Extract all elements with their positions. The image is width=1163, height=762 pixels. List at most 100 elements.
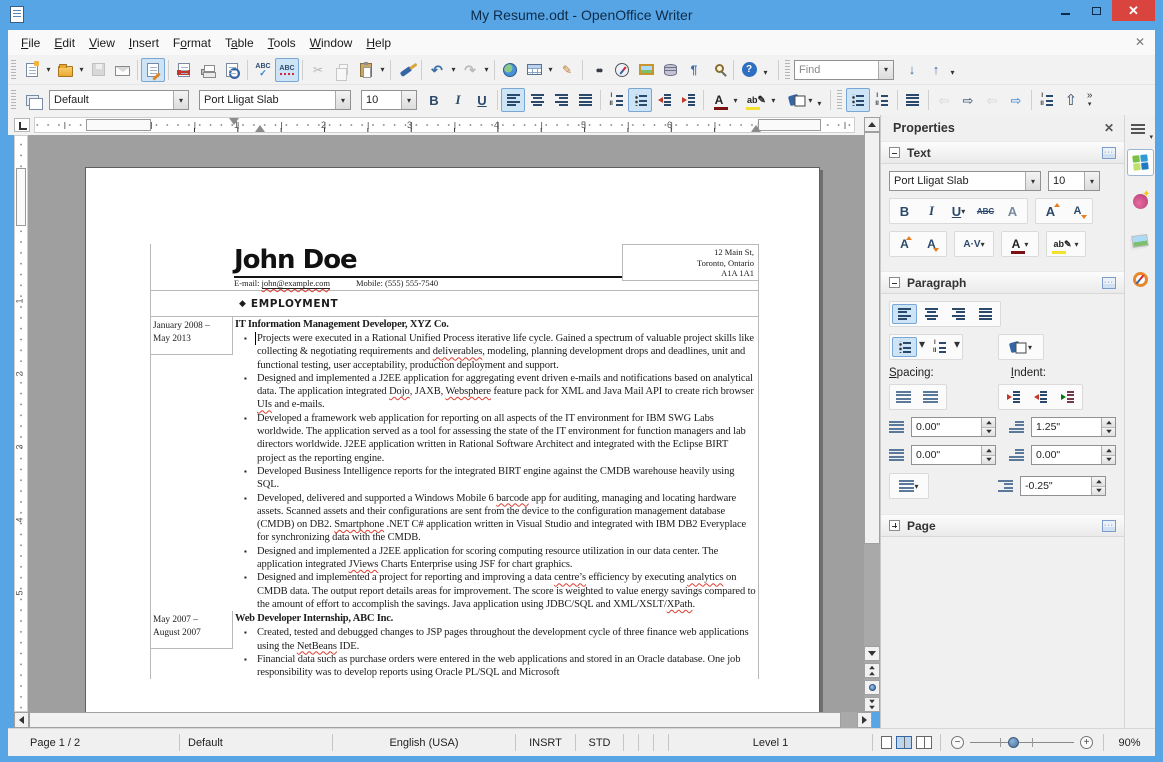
vertical-scroll-thumb[interactable] [864,132,880,544]
vertical-ruler[interactable]: 1 2 3 4 5 [14,135,28,712]
job-dates-cell[interactable]: January 2008 – May 2013 [151,317,233,355]
bullets-dropdown[interactable]: ▾ [919,337,925,357]
title-bar[interactable]: My Resume.odt - OpenOffice Writer ✕ [0,0,1163,30]
line-spacing-button[interactable]: ▾ [892,476,926,496]
document-canvas[interactable]: John Doe 12 Main St, Toronto, Ontario A1A … [28,135,864,712]
numbering-dropdown[interactable]: ▾ [954,337,960,357]
grow-font-button[interactable]: A [1038,201,1063,221]
maximize-button[interactable] [1081,0,1112,21]
bold-button[interactable]: B [892,201,917,221]
expand-icon[interactable] [889,520,900,531]
zoom-slider-thumb[interactable] [1008,737,1019,748]
help-button[interactable]: ? [737,58,761,82]
uppercase-button[interactable]: A [892,234,917,254]
top-margin-box[interactable] [16,168,26,226]
job-dates-cell[interactable]: May 2007 – August 2007 [151,611,233,650]
open-dropdown[interactable] [77,58,86,82]
job-title[interactable]: Web Developer Internship, ABC Inc. [235,612,758,626]
demote-button[interactable]: ⇨ [956,88,980,112]
character-spacing-button[interactable]: A·V ▾ [957,234,991,254]
format-paintbrush-button[interactable] [394,58,418,82]
table-button[interactable] [522,58,546,82]
styles-button[interactable] [20,88,44,112]
status-page-style[interactable]: Default [180,734,333,751]
font-color-button[interactable]: A [707,88,731,112]
page[interactable]: John Doe 12 Main St, Toronto, Ontario A1A … [85,167,820,712]
copy-button[interactable] [330,58,354,82]
hyperlink-button[interactable] [498,58,522,82]
status-zoom-percent[interactable]: 90% [1103,734,1155,751]
lowercase-button[interactable]: A [919,234,944,254]
increase-spacing-button[interactable] [892,387,917,407]
open-button[interactable] [53,58,77,82]
email-button[interactable] [110,58,134,82]
first-line-indent-field[interactable]: -0.25" [1020,476,1106,496]
zoom-out-button[interactable]: − [951,736,964,749]
tab-navigator[interactable] [1127,266,1154,293]
right-indent-marker[interactable] [751,125,761,132]
insert-unnumbered-button[interactable] [1035,88,1059,112]
scroll-down-button[interactable] [864,646,880,661]
menu-item[interactable]: Tools [261,32,303,54]
menu-item[interactable]: File [14,32,47,54]
menu-item[interactable]: View [82,32,122,54]
menu-item[interactable]: Window [303,32,360,54]
previous-page-button[interactable] [864,663,880,678]
zoom-slider[interactable] [970,736,1074,749]
scroll-left-button[interactable] [14,712,29,728]
move-up-button[interactable]: ⇧ [1059,88,1083,112]
bullets-toolbar-overflow[interactable]: » ▾ [1087,90,1093,109]
increase-indent-button[interactable] [1001,387,1026,407]
underline-button[interactable]: U ▾ [946,201,971,221]
align-right-button[interactable] [549,88,573,112]
sidebar-font-size-select[interactable]: 10 [1048,171,1100,191]
paragraph-section-header[interactable]: Paragraph [881,271,1124,294]
email-link[interactable]: john@example.com [261,278,330,289]
auto-spellcheck-button[interactable]: ABC [275,57,299,82]
after-text-indent-field[interactable]: 0.00" [1031,445,1116,465]
scroll-up-button[interactable] [864,117,880,132]
before-text-indent-field[interactable]: 1.25" [1031,417,1116,437]
page-preview-button[interactable] [220,58,244,82]
status-blank-cell[interactable] [654,734,669,751]
navigation-button[interactable] [864,680,880,695]
find-toolbar-grip[interactable] [785,59,790,80]
page-dialog-launcher[interactable] [1102,519,1116,532]
status-selection-mode[interactable]: STD [576,734,624,751]
menu-item[interactable]: Format [166,32,218,54]
resume-address[interactable]: 12 Main St, Toronto, Ontario A1A 1A1 [622,244,758,281]
employment-heading[interactable]: ◆ EMPLOYMENT [151,291,758,317]
vertical-scrollbar[interactable] [864,117,880,712]
paragraph-style-select[interactable]: Default [49,90,189,110]
job-bullet[interactable]: Designed and implemented a J2EE applicat… [244,545,758,572]
align-center-button[interactable] [525,88,549,112]
find-toolbar-overflow[interactable] [948,60,957,84]
bullets-button[interactable] [628,88,652,112]
scroll-right-button[interactable] [857,712,872,728]
spelling-button[interactable]: ABC ✓ [251,58,275,82]
right-margin-box[interactable] [758,119,821,131]
decrease-indent-button[interactable] [1028,387,1053,407]
find-replace-button[interactable]: ●● [586,58,610,82]
horizontal-scroll-thumb[interactable] [29,712,841,728]
menu-item[interactable]: Insert [122,32,166,54]
job-bullet[interactable]: Developed, delivered and supported a Win… [244,492,758,545]
horizontal-scrollbar[interactable] [14,712,872,728]
sidebar-font-name-select[interactable]: Port Lligat Slab [889,171,1041,191]
redo-dropdown[interactable] [482,58,491,82]
resume-name[interactable]: John Doe [234,246,623,278]
book-view-icon[interactable] [916,736,932,749]
decrease-spacing-button[interactable] [919,387,944,407]
first-line-indent-marker[interactable] [229,118,239,125]
collapse-icon[interactable] [889,147,900,158]
decrease-indent-button[interactable] [652,88,676,112]
switch-indent-button[interactable] [1055,387,1080,407]
demote-subpoints-button[interactable]: ⇨ [1004,88,1028,112]
status-language[interactable]: English (USA) [333,734,516,751]
redo-button[interactable]: ↷ [458,58,482,82]
below-paragraph-spacing-field[interactable]: 0.00" [911,445,996,465]
toolbar-grip[interactable] [11,90,16,110]
tab-styles[interactable] [1127,188,1154,215]
navigator-button[interactable] [610,58,634,82]
paragraph-dialog-launcher[interactable] [1102,276,1116,289]
